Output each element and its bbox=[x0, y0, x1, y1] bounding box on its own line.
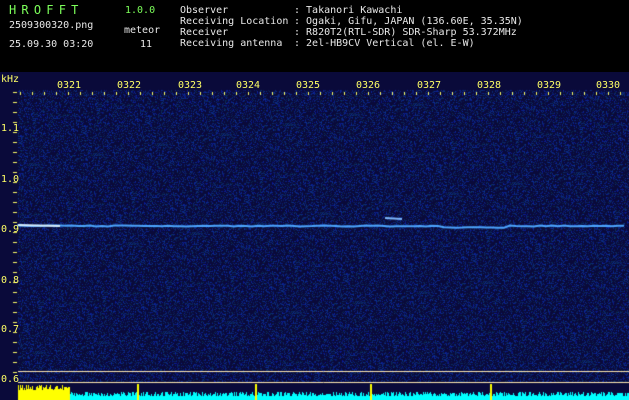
info-location: Receiving Location : Ogaki, Gifu, JAPAN (… bbox=[180, 17, 523, 27]
time-label: 0323 bbox=[178, 80, 203, 91]
time-label: 0324 bbox=[236, 80, 261, 91]
time-label: 0321 bbox=[57, 80, 82, 91]
info-value: : Takanori Kawachi bbox=[294, 5, 403, 16]
info-value: : R820T2(RTL-SDR) SDR-Sharp 53.372MHz bbox=[294, 27, 517, 38]
info-label: Receiving antenna bbox=[180, 38, 283, 49]
file-name: 2509300320.png bbox=[9, 20, 94, 31]
meteor-count: 11 bbox=[140, 39, 153, 50]
freq-label: 1.1 bbox=[1, 123, 20, 134]
freq-unit-label: kHz bbox=[1, 74, 20, 85]
freq-label: 0.7 bbox=[1, 324, 20, 335]
info-label: Observer bbox=[180, 5, 229, 16]
info-observer: Observer : Takanori Kawachi bbox=[180, 6, 402, 16]
info-value: : 2el-HB9CV Vertical (el. E-W) bbox=[294, 38, 475, 49]
app-title: HROFFT bbox=[9, 3, 84, 17]
info-antenna: Receiving antenna : 2el-HB9CV Vertical (e… bbox=[180, 39, 475, 49]
freq-label: 0.8 bbox=[1, 275, 20, 286]
info-label: Receiver bbox=[180, 27, 229, 38]
spectrogram-waterfall: kHz 0321 0322 0323 0324 0325 0326 0327 0… bbox=[0, 72, 629, 400]
info-receiver: Receiver : R820T2(RTL-SDR) SDR-Sharp 53.3… bbox=[180, 28, 517, 38]
time-label: 0330 bbox=[596, 80, 621, 91]
time-label: 0328 bbox=[477, 80, 502, 91]
time-label: 0327 bbox=[417, 80, 442, 91]
freq-label: 1.0 bbox=[1, 174, 20, 185]
info-value: : Ogaki, Gifu, JAPAN (136.60E, 35.35N) bbox=[294, 16, 523, 27]
time-label: 0325 bbox=[296, 80, 321, 91]
time-label: 0329 bbox=[537, 80, 562, 91]
freq-label: 0.6 bbox=[1, 374, 20, 385]
meteor-label: meteor bbox=[124, 25, 161, 36]
header-panel: HROFFT 1.0.0 2509300320.png meteor 25.09… bbox=[0, 0, 629, 72]
waterfall-canvas bbox=[0, 72, 629, 400]
app-version: 1.0.0 bbox=[125, 5, 156, 16]
freq-label: 0.9 bbox=[1, 224, 20, 235]
time-label: 0326 bbox=[356, 80, 381, 91]
date-time: 25.09.30 03:20 bbox=[9, 39, 94, 50]
time-label: 0322 bbox=[117, 80, 142, 91]
info-label: Receiving Location bbox=[180, 16, 289, 27]
